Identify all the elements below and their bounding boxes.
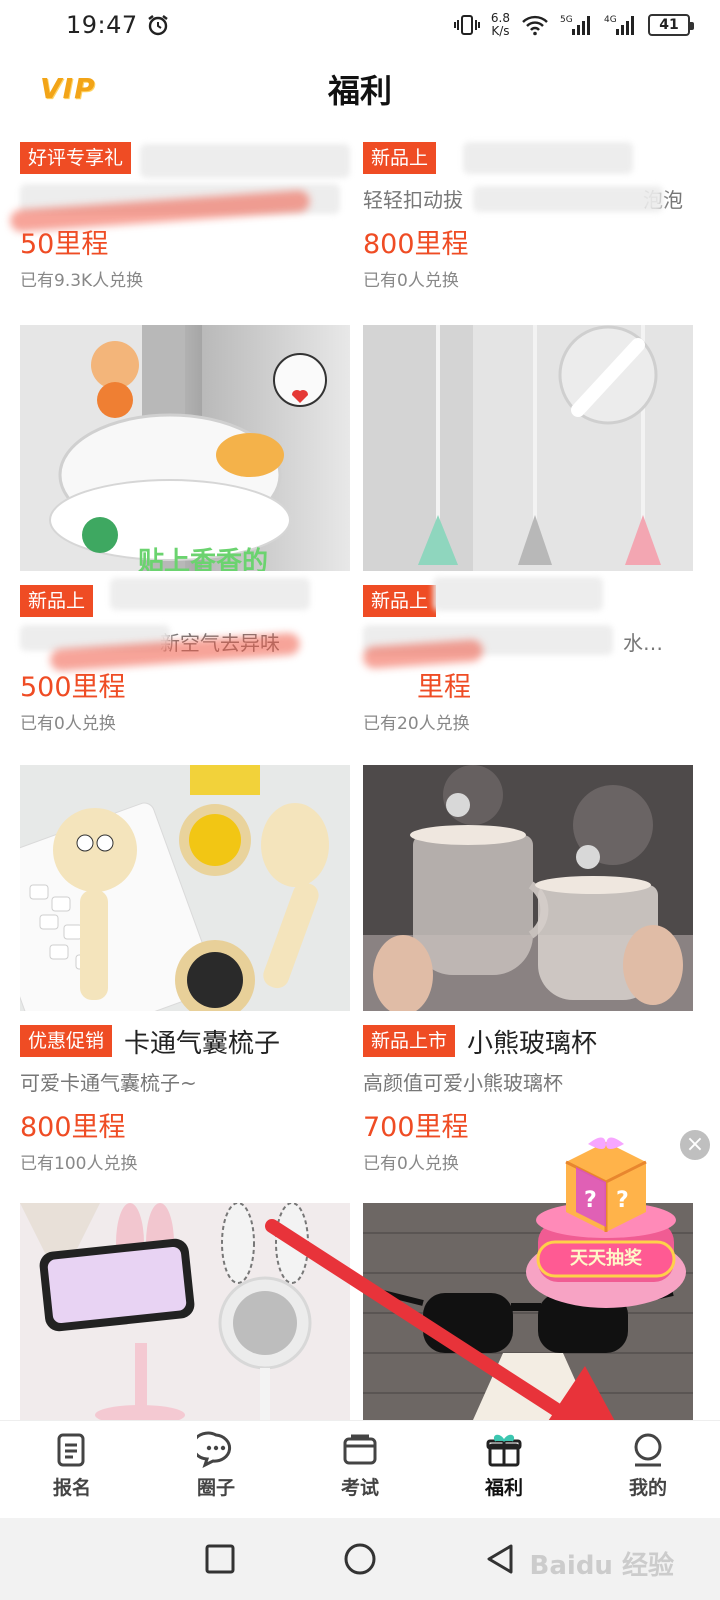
lottery-label[interactable]: 天天抽奖 [538,1245,674,1273]
status-bar: 19:47 6.8 K/s 5G 4G 41 [0,0,720,50]
privacy-blur [433,577,603,611]
product-card[interactable]: 好评专享礼 50里程 已有9.3K人兑换 [9,140,350,291]
privacy-blur [473,186,663,212]
privacy-blur [110,578,310,610]
tab-label: 我的 [628,1477,667,1499]
gift-icon [486,1434,522,1467]
profile-icon [634,1433,662,1467]
product-tag: 新品上 [363,142,437,174]
tab-mine[interactable]: 我的 [576,1421,720,1518]
recent-apps-icon[interactable] [203,1542,237,1576]
svg-text:?: ? [616,1188,629,1213]
svg-text:4G: 4G [604,15,617,25]
product-card[interactable]: 新品上 水… 里程 已有20人兑换 [362,325,693,734]
status-time: 19:47 [66,11,138,39]
tab-label: 报名 [52,1477,91,1499]
vibrate-icon [453,15,480,35]
tab-exam[interactable]: 考试 [288,1421,432,1518]
document-icon [57,1433,85,1467]
svg-text:5G: 5G [560,15,573,25]
product-card[interactable]: 贴上香香的 新品上 新空气去异味 500里程 已有0人兑换 [20,325,350,734]
tab-label: 考试 [340,1477,379,1499]
product-subtitle: 高颜值可爱小熊玻璃杯 [363,1071,563,1095]
tab-welfare[interactable]: 福利 [432,1421,576,1518]
product-card[interactable]: 新品上市 小熊玻璃杯 高颜值可爱小熊玻璃杯 700里程 已有0人兑换 [363,765,693,1174]
page-title: 福利 [327,72,392,110]
home-icon[interactable] [343,1542,377,1576]
product-image [363,765,693,1011]
tab-label: 圈子 [196,1477,235,1499]
tab-bar: 报名 圈子 考试 福利 我的 [0,1420,720,1518]
product-tag: 新品上 [363,585,437,617]
battery-icon: 41 [648,14,694,36]
product-subtitle: 可爱卡通气囊梳子~ [20,1071,197,1095]
signal-5g-icon: 5G [560,15,590,35]
product-redeem-count: 已有9.3K人兑换 [20,271,144,291]
product-tag: 优惠促销 [20,1025,113,1057]
alarm-icon [147,15,168,36]
chat-bubble-icon [197,1431,232,1468]
product-tag: 新品上 [20,585,94,617]
product-image: 贴上香香的 [20,325,350,571]
product-redeem-count: 已有100人兑换 [20,1154,138,1174]
privacy-blur [463,142,633,174]
header: VIP 福利 [0,58,720,118]
tab-label: 福利 [484,1477,523,1499]
product-price: 800里程 [363,229,469,260]
signal-4g-icon: 4G [604,15,634,35]
product-card[interactable]: 新品上 轻轻扣动拔 泡泡 800里程 已有0人兑换 [363,140,693,291]
product-image [20,765,350,1011]
back-icon[interactable] [483,1542,517,1576]
card-icon [343,1434,377,1465]
net-speed: 6.8 K/s [490,11,510,38]
product-title: 卡通气囊梳子 [124,1028,281,1059]
product-redeem-count: 已有0人兑换 [363,271,459,291]
product-price: 800里程 [20,1112,126,1143]
tab-signup[interactable]: 报名 [0,1421,144,1518]
watermark: Baidu 经验 [529,1551,674,1581]
product-price: 里程 [417,672,471,703]
product-redeem-count: 已有20人兑换 [363,714,470,734]
product-title: 小熊玻璃杯 [467,1028,598,1059]
close-icon[interactable]: × [680,1130,710,1160]
product-image [363,325,693,571]
product-image [20,1203,350,1420]
privacy-blur [140,144,350,178]
product-card[interactable]: 优惠促销 卡通气囊梳子 可爱卡通气囊梳子~ 800里程 已有100人兑换 [20,765,350,1174]
product-redeem-count: 已有0人兑换 [20,714,116,734]
wifi-icon [522,15,548,36]
system-nav-bar: Baidu 经验 [0,1518,720,1600]
lottery-widget[interactable]: ? ? 天天抽奖 [516,1132,696,1322]
product-tag: 好评专享礼 [20,142,132,174]
product-card[interactable] [20,1203,350,1420]
image-overlay-text: 贴上香香的 [138,547,269,571]
svg-text:?: ? [584,1188,597,1213]
product-tag: 新品上市 [363,1025,456,1057]
tab-circle[interactable]: 圈子 [144,1421,288,1518]
